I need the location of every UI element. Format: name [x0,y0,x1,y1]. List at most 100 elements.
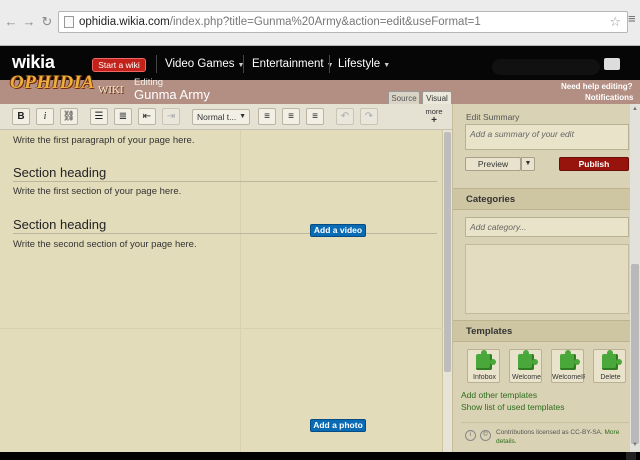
bottom-bar [0,452,640,460]
align-center-icon[interactable]: ≡ [282,108,300,125]
undo-icon[interactable]: ↶ [336,108,354,125]
start-wiki-button[interactable]: Start a wiki [92,58,146,72]
license-text: Contributions licensed as CC-BY-SA. More… [496,428,631,446]
right-rail: Edit Summary Add a summary of your edit … [452,104,640,452]
publish-button[interactable]: Publish [559,157,629,171]
forward-arrow-icon[interactable]: → [22,15,36,29]
menu-icon[interactable]: ≡ [628,11,638,31]
section-heading-1[interactable]: Section heading [13,165,106,180]
scroll-up-icon[interactable]: ▲ [632,106,638,112]
wikia-logo[interactable]: wikia [12,52,55,73]
reload-icon[interactable]: ↻ [40,15,54,29]
nav-item-entertainment[interactable]: Entertainment ▼ [252,58,334,70]
chevron-down-icon: ▼ [326,62,334,69]
plus-icon: + [431,115,437,126]
chevron-down-icon: ▼ [383,62,391,69]
bold-button[interactable]: B [12,108,30,125]
editor-guide [0,328,443,329]
back-arrow-icon[interactable]: ← [4,15,18,29]
show-used-templates-link[interactable]: Show list of used templates [461,402,564,412]
nav-divider [156,55,157,73]
categories-heading: Categories [466,194,516,205]
nav-item-lifestyle[interactable]: Lifestyle ▼ [338,58,390,70]
preview-button[interactable]: Preview [465,157,521,171]
page-icon [64,16,74,28]
section-heading-2[interactable]: Section heading [13,217,106,232]
nav-item-label: Entertainment [252,58,324,70]
rail-scrollbar[interactable]: ▲ ▼ [630,104,640,452]
more-button[interactable]: more + [424,107,444,126]
wiki-logo[interactable]: OPHIDIA [10,72,95,94]
chat-icon[interactable] [604,58,620,70]
templates-heading: Templates [466,326,513,337]
align-right-icon[interactable]: ≡ [306,108,324,125]
help-editing-link[interactable]: Need help editing? [561,82,633,91]
nav-item-label: Lifestyle [338,58,381,70]
puzzle-icon [518,350,538,370]
paragraph-3[interactable]: Write the second section of your page he… [13,239,197,250]
tab-visual[interactable]: Visual [422,91,452,104]
notifications-link[interactable]: Notifications [585,93,633,102]
by-icon: © [480,430,491,441]
template-delete[interactable]: Delete [593,349,626,383]
license-label: Contributions licensed as CC-BY-SA. [496,429,603,436]
wiki-logo-suffix[interactable]: WIKI [98,84,124,96]
editor-area[interactable]: Write the first paragraph of your page h… [0,130,443,452]
wiki-header [0,80,640,104]
format-dropdown[interactable]: Normal t... ▼ [192,109,250,125]
link-icon[interactable]: ⛓ [60,108,78,125]
chevron-down-icon[interactable]: ▼ [521,157,535,171]
cc-icon: i [465,430,476,441]
nav-divider [243,55,244,73]
template-label: Infobox [473,374,496,381]
heading-rule [13,181,437,182]
address-bar[interactable]: ophidia.wikia.com/index.php?title=Gunma%… [58,11,628,33]
template-label: Delete [600,374,621,381]
italic-button[interactable]: i [36,108,54,125]
template-label: Welcome [511,374,542,381]
edit-summary-input[interactable]: Add a summary of your edit [465,124,629,150]
editor-scrollbar[interactable] [443,130,452,452]
scroll-down-icon[interactable]: ▼ [632,442,638,448]
url-text: ophidia.wikia.com/index.php?title=Gunma%… [79,16,481,28]
add-photo-button[interactable]: Add a photo [310,419,366,432]
puzzle-icon [602,350,622,370]
user-menu[interactable] [492,59,600,75]
expand-icon[interactable] [626,452,636,460]
bullet-list-icon[interactable]: ☰ [90,108,108,125]
tab-source[interactable]: Source [388,91,420,104]
add-video-button[interactable]: Add a video [310,224,366,237]
puzzle-icon [560,350,580,370]
outdent-icon[interactable]: ⇤ [138,108,156,125]
heading-rule [13,233,437,234]
template-welcomeip[interactable]: WelcomeIP [551,349,585,383]
puzzle-icon [476,350,496,370]
indent-icon[interactable]: ⇥ [162,108,180,125]
scrollbar-thumb[interactable] [631,264,639,444]
redo-icon[interactable]: ↷ [360,108,378,125]
scrollbar-thumb[interactable] [444,132,451,372]
template-label: WelcomeIP [552,374,585,381]
editor-toolbar: B i ⛓ ☰ ≣ ⇤ ⇥ Normal t... ▼ ≡ ≡ ≡ ↶ ↷ mor… [0,104,452,130]
nav-item-video-games[interactable]: Video Games ▼ [165,58,244,70]
template-infobox[interactable]: Infobox [467,349,500,383]
numbered-list-icon[interactable]: ≣ [114,108,132,125]
add-category-input[interactable]: Add category... [465,217,629,237]
editor-guide [240,130,241,452]
categories-list [465,244,629,314]
url-host: ophidia.wikia.com [79,16,170,28]
edit-summary-label: Edit Summary [466,112,520,122]
license-row: i © Contributions licensed as CC-BY-SA. … [461,422,629,448]
bookmark-star-icon[interactable]: ☆ [609,14,621,30]
format-dropdown-value: Normal t... [197,112,237,122]
chevron-down-icon: ▼ [239,113,246,120]
template-welcome[interactable]: Welcome [509,349,542,383]
paragraph-2[interactable]: Write the first section of your page her… [13,186,181,197]
url-path: /index.php?title=Gunma%20Army&action=edi… [169,16,481,28]
nav-item-label: Video Games [165,58,235,70]
page-title: Gunma Army [134,87,210,102]
align-left-icon[interactable]: ≡ [258,108,276,125]
add-other-templates-link[interactable]: Add other templates [461,390,537,400]
paragraph-1[interactable]: Write the first paragraph of your page h… [13,135,194,146]
browser-toolbar: ← → ↻ ophidia.wikia.com/index.php?title=… [0,0,640,46]
